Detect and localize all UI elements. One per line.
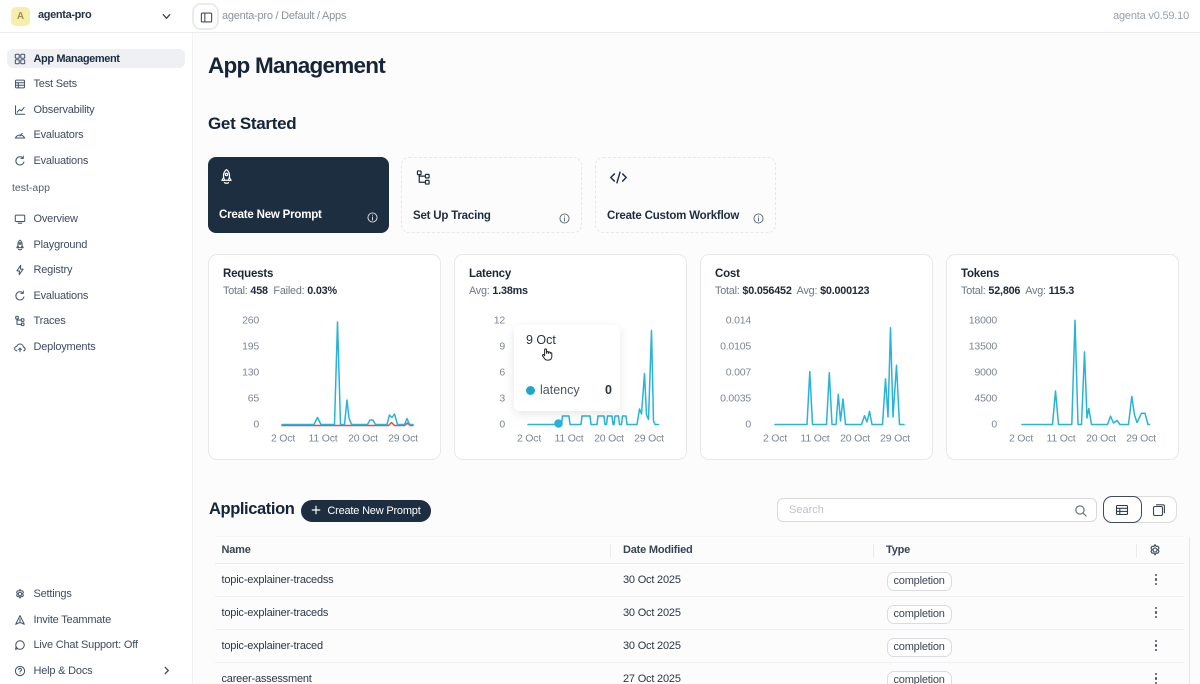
svg-text:0.0105: 0.0105 (720, 341, 751, 353)
svg-text:2 Oct: 2 Oct (763, 433, 787, 445)
svg-text:12: 12 (494, 315, 506, 327)
svg-text:20 Oct: 20 Oct (348, 433, 378, 445)
svg-text:0: 0 (745, 419, 751, 431)
svg-text:0.014: 0.014 (726, 315, 752, 327)
svg-text:2 Oct: 2 Oct (271, 433, 295, 445)
svg-text:260: 260 (242, 315, 259, 327)
svg-text:0: 0 (253, 419, 259, 431)
svg-text:195: 195 (242, 341, 259, 353)
svg-text:0.007: 0.007 (726, 367, 752, 379)
svg-text:9000: 9000 (974, 367, 997, 379)
svg-text:2 Oct: 2 Oct (517, 433, 541, 445)
svg-text:29 Oct: 29 Oct (1126, 433, 1156, 445)
svg-text:0.0035: 0.0035 (720, 393, 751, 405)
svg-text:13500: 13500 (969, 341, 998, 353)
svg-text:29 Oct: 29 Oct (388, 433, 418, 445)
svg-text:6: 6 (499, 367, 505, 379)
svg-text:20 Oct: 20 Oct (840, 433, 870, 445)
svg-text:2 Oct: 2 Oct (1009, 433, 1033, 445)
svg-text:0: 0 (499, 419, 505, 431)
svg-text:29 Oct: 29 Oct (634, 433, 664, 445)
svg-text:130: 130 (242, 367, 259, 379)
svg-text:18000: 18000 (969, 315, 998, 327)
svg-text:3: 3 (499, 393, 505, 405)
svg-text:20 Oct: 20 Oct (594, 433, 624, 445)
svg-text:11 Oct: 11 Oct (309, 433, 338, 445)
svg-text:65: 65 (248, 393, 260, 405)
svg-text:0: 0 (991, 419, 997, 431)
svg-text:11 Oct: 11 Oct (801, 433, 830, 445)
svg-text:29 Oct: 29 Oct (880, 433, 910, 445)
svg-text:11 Oct: 11 Oct (1047, 433, 1076, 445)
svg-text:9: 9 (499, 341, 505, 353)
svg-text:11 Oct: 11 Oct (555, 433, 584, 445)
svg-text:4500: 4500 (974, 393, 997, 405)
svg-text:20 Oct: 20 Oct (1086, 433, 1116, 445)
